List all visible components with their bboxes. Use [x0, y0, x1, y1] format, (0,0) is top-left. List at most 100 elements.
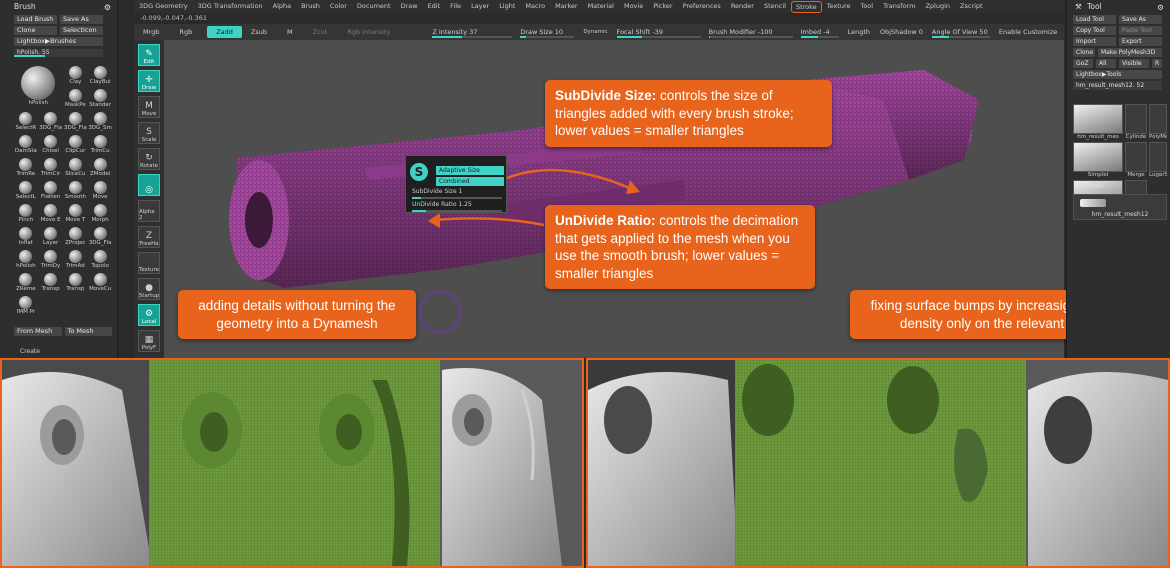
- menu-item-alpha[interactable]: Alpha: [268, 0, 296, 13]
- lightbox-brushes-button[interactable]: Lightbox▶Brushes: [14, 37, 103, 46]
- goz-button[interactable]: GoZ: [1073, 59, 1093, 68]
- menu-item-light[interactable]: Light: [494, 0, 520, 13]
- adaptive-size-button[interactable]: Adaptive Size: [436, 166, 504, 175]
- brush-slot[interactable]: Transp: [64, 273, 88, 294]
- menu-item-material[interactable]: Material: [583, 0, 619, 13]
- focal-shift-slider[interactable]: Focal Shift -39: [613, 28, 705, 38]
- menu-item-brush[interactable]: Brush: [296, 0, 325, 13]
- brush-slot[interactable]: TrimCu: [88, 135, 112, 156]
- load-tool-button[interactable]: Load Tool: [1073, 15, 1116, 24]
- menu-item-file[interactable]: File: [445, 0, 466, 13]
- brush-slot[interactable]: SelectL: [14, 181, 38, 202]
- menu-item-zplugin[interactable]: Zplugin: [920, 0, 955, 13]
- select-icon-button[interactable]: SelectIcon: [60, 26, 103, 35]
- brush-modifier-slider[interactable]: Brush Modifier -100: [705, 28, 797, 38]
- clone-tool-button[interactable]: Clone: [1073, 48, 1095, 57]
- menu-item-edit[interactable]: Edit: [423, 0, 446, 13]
- tool-thumbnail[interactable]: SimpleI: [1073, 142, 1123, 178]
- subtool-item[interactable]: hm_result_mesh12: [1073, 194, 1167, 220]
- shelf-button-material[interactable]: ◎: [138, 174, 160, 196]
- shelf-button-rotate[interactable]: ↻ Rotate: [138, 148, 160, 170]
- z-intensity-slider[interactable]: Z Intensity 37: [428, 28, 516, 38]
- length-toggle[interactable]: Length: [843, 26, 875, 38]
- lightbox-tools-button[interactable]: Lightbox▶Tools: [1073, 70, 1162, 79]
- menu-item-preferences[interactable]: Preferences: [678, 0, 726, 13]
- paste-tool-button[interactable]: Paste Tool: [1119, 26, 1162, 35]
- menu-item-tool[interactable]: Tool: [855, 0, 878, 13]
- menu-item-document[interactable]: Document: [352, 0, 396, 13]
- from-mesh-button[interactable]: From Mesh: [14, 327, 62, 336]
- brush-slot[interactable]: MaskPe: [64, 89, 88, 110]
- obj-shadow-slider[interactable]: ObjShadow 0: [875, 26, 928, 38]
- brush-slot[interactable]: hPolish: [14, 250, 38, 271]
- brush-slot[interactable]: 3DG_Fla: [39, 112, 63, 133]
- brush-slot[interactable]: TrimRe: [14, 158, 38, 179]
- brush-slot[interactable]: Morph: [88, 204, 112, 225]
- combined-button[interactable]: Combined: [436, 177, 504, 186]
- menu-item-stencil[interactable]: Stencil: [759, 0, 791, 13]
- shelf-button-polyf[interactable]: ▦ PolyF: [138, 330, 160, 352]
- gear-icon[interactable]: ⚙: [1157, 1, 1164, 14]
- import-button[interactable]: Import: [1073, 37, 1116, 46]
- menu-item-layer[interactable]: Layer: [466, 0, 494, 13]
- brush-slot[interactable]: Transp: [39, 273, 63, 294]
- to-mesh-button[interactable]: To Mesh: [64, 327, 112, 336]
- brush-slot[interactable]: Pinch: [14, 204, 38, 225]
- menu-item-movie[interactable]: Movie: [619, 0, 648, 13]
- r-button[interactable]: R: [1152, 59, 1162, 68]
- undivide-ratio-slider[interactable]: UnDivide Ratio 1.25: [412, 201, 502, 212]
- brush-slot[interactable]: Smooth: [64, 181, 88, 202]
- clone-button[interactable]: Clone: [14, 26, 57, 35]
- shelf-button-alpha-2[interactable]: Alpha 2: [138, 200, 160, 222]
- tool-thumbnail[interactable]: PolyMe: [1149, 104, 1167, 140]
- shelf-button-local[interactable]: ⚙ Local: [138, 304, 160, 326]
- load-brush-button[interactable]: Load Brush: [14, 15, 57, 24]
- brush-slot[interactable]: SliceCu: [64, 158, 88, 179]
- brush-slot[interactable]: TrimDy: [39, 250, 63, 271]
- current-tool-slider[interactable]: hm_result_mesh12. 52: [1073, 81, 1162, 90]
- save-as-button[interactable]: Save As: [60, 15, 103, 24]
- mrgb-button[interactable]: Mrgb: [138, 26, 164, 38]
- visible-button[interactable]: Visible: [1119, 59, 1149, 68]
- brush-slot[interactable]: IMM Pr: [14, 296, 38, 317]
- tool-thumbnail[interactable]: Cylinde: [1125, 104, 1147, 140]
- menu-item-draw[interactable]: Draw: [396, 0, 423, 13]
- rgb-intensity-slider[interactable]: Rgb Intensity: [342, 26, 428, 38]
- brush-slot[interactable]: Inflat: [14, 227, 38, 248]
- menu-item-texture[interactable]: Texture: [822, 0, 856, 13]
- menu-item-stroke[interactable]: Stroke: [790, 0, 822, 13]
- menu-item-render[interactable]: Render: [726, 0, 759, 13]
- brush-slot[interactable]: Move T: [64, 204, 88, 225]
- menu-item-3dg-transformation[interactable]: 3DG Transformation: [193, 0, 268, 13]
- menu-item-picker[interactable]: Picker: [648, 0, 677, 13]
- brush-slot[interactable]: Layer: [39, 227, 63, 248]
- zsub-button[interactable]: Zsub: [246, 26, 272, 38]
- brush-slot[interactable]: TrimAd: [64, 250, 88, 271]
- shelf-button-texture[interactable]: Texture: [138, 252, 160, 274]
- shelf-button-scale[interactable]: S Scale: [138, 122, 160, 144]
- shelf-button-edit[interactable]: ✎ Edit: [138, 44, 160, 66]
- subdivide-size-slider[interactable]: SubDivide Size 1: [412, 188, 502, 199]
- dynamic-button[interactable]: Dynamic: [578, 26, 612, 38]
- brush-slot[interactable]: MoveCu: [88, 273, 112, 294]
- brush-slot[interactable]: ZProjec: [64, 227, 88, 248]
- zcut-button[interactable]: Zcut: [308, 26, 333, 38]
- brush-slot[interactable]: Standar: [88, 89, 112, 110]
- brush-slot[interactable]: Clay: [64, 66, 88, 87]
- brush-slot[interactable]: 3DG_Fla: [64, 112, 88, 133]
- brush-slot[interactable]: Chisel: [39, 135, 63, 156]
- shelf-button-freeha[interactable]: Z FreeHa: [138, 226, 160, 248]
- tool-thumbnail[interactable]: Merge: [1125, 142, 1147, 178]
- all-button[interactable]: All: [1096, 59, 1116, 68]
- brush-slot[interactable]: ZReme: [14, 273, 38, 294]
- imbed-slider[interactable]: Imbed -4: [797, 28, 843, 38]
- menu-item-transform[interactable]: Transform: [878, 0, 920, 13]
- brush-slot[interactable]: ZModel: [88, 158, 112, 179]
- brush-slot[interactable]: Topolo: [88, 250, 112, 271]
- angle-of-view-slider[interactable]: Angle Of View 50: [928, 28, 994, 38]
- brush-slot-current[interactable]: hPolish: [14, 66, 63, 110]
- hpolish-slider[interactable]: hPolish. 55: [14, 49, 103, 57]
- copy-tool-button[interactable]: Copy Tool: [1073, 26, 1116, 35]
- create-section-label[interactable]: Create: [20, 348, 40, 355]
- brush-slot[interactable]: Flatten: [39, 181, 63, 202]
